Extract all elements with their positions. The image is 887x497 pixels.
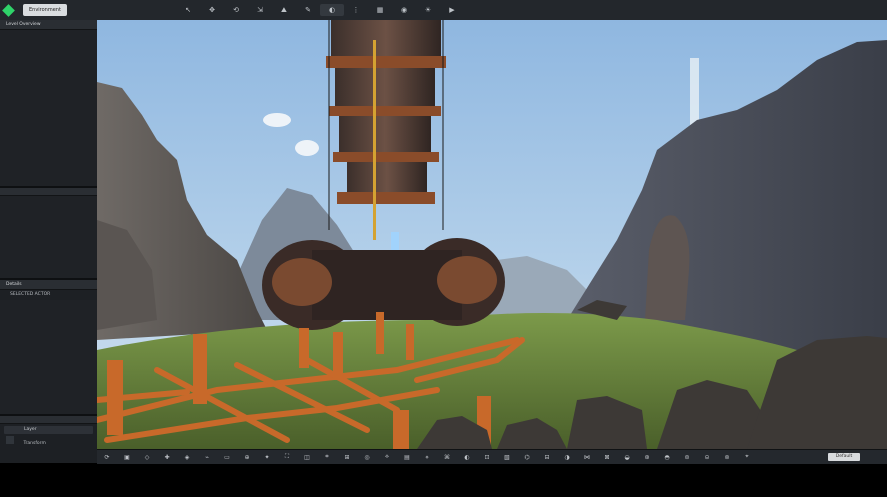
scene-render[interactable] <box>97 20 887 449</box>
bottom-tool-icon[interactable]: ▭ <box>217 454 237 461</box>
app-logo-icon[interactable] <box>2 3 15 17</box>
bottom-tool-icon[interactable]: ▧ <box>497 454 517 461</box>
layer-field[interactable]: Layer <box>4 426 93 434</box>
transform-toggle-icon[interactable] <box>6 436 14 444</box>
bottom-tool-icon[interactable]: ⌁ <box>197 454 217 461</box>
bottom-tool-icon[interactable]: ⊚ <box>717 454 737 461</box>
panel-title-details: Details <box>0 280 97 290</box>
overview-panel-body[interactable] <box>0 30 97 186</box>
camera-tool-icon[interactable]: ◉ <box>392 4 416 16</box>
bottom-tool-icon[interactable]: ⟳ <box>97 454 117 461</box>
bottom-tool-icon[interactable]: ⟡ <box>377 453 397 461</box>
scale-tool-icon[interactable]: ⇲ <box>248 4 272 16</box>
bottom-tool-icon[interactable]: ◇ <box>137 454 157 461</box>
panel-title-overview: Level Overview <box>0 20 97 30</box>
move-tool-icon[interactable]: ✥ <box>200 4 224 16</box>
bottom-tool-icon[interactable]: ◈ <box>177 454 197 461</box>
cloud <box>295 140 319 156</box>
scene-viewport[interactable] <box>97 20 887 449</box>
bottom-tool-icon[interactable]: ◑ <box>557 454 577 461</box>
bottom-tool-icon[interactable]: ⌘ <box>437 454 457 461</box>
details-selected-actor[interactable]: SELECTED ACTOR <box>0 290 97 300</box>
bottom-tool-icon[interactable]: ⛶ <box>277 453 297 461</box>
bottom-tool-icon[interactable]: ✚ <box>157 454 177 461</box>
bottom-tool-icon[interactable]: ▣ <box>117 454 137 461</box>
bottom-tool-icon[interactable]: ⋈ <box>577 454 597 461</box>
panel-collapse-bar[interactable] <box>0 188 97 196</box>
bottom-tool-icon[interactable]: ⊟ <box>537 454 557 461</box>
grid-tool-icon[interactable]: ▦ <box>368 4 392 16</box>
bottom-tool-icon[interactable]: ⌬ <box>517 454 537 461</box>
bottom-tool-icon[interactable]: ◓ <box>657 454 677 461</box>
bottom-tool-icon[interactable]: ✦ <box>257 454 277 461</box>
left-sidebar: Level Overview Details SELECTED ACTOR La… <box>0 20 98 463</box>
select-tool-icon[interactable]: ↖ <box>176 4 200 16</box>
bottom-tool-icon[interactable]: ◒ <box>617 454 637 461</box>
bottom-tool-icon[interactable]: ⊡ <box>477 454 497 461</box>
paint-tool-icon[interactable]: ✎ <box>296 4 320 16</box>
bottom-tool-icon[interactable]: ◫ <box>297 454 317 461</box>
bottom-tool-icon[interactable]: ⌗ <box>317 453 337 461</box>
light-tool-icon[interactable]: ☀ <box>416 4 440 16</box>
transform-label: Transform <box>23 441 46 446</box>
bottom-tool-icon[interactable]: ⊜ <box>677 454 697 461</box>
snap-tool-icon[interactable]: ⋮ <box>344 4 368 16</box>
bottom-tool-icon[interactable]: ⊕ <box>237 454 257 461</box>
bottom-tool-icon[interactable]: ▤ <box>397 454 417 461</box>
bottom-tool-icon[interactable]: ⌖ <box>737 453 757 461</box>
bottom-tool-icon[interactable]: ⊛ <box>637 454 657 461</box>
cloud <box>263 113 291 127</box>
view-mode-field[interactable]: Default <box>828 453 860 461</box>
bottom-tool-icon[interactable]: ◐ <box>457 454 477 461</box>
bottom-tool-icon[interactable]: ⊝ <box>697 454 717 461</box>
terrain-tool-icon[interactable]: ⛰ <box>272 4 296 16</box>
tab-environment[interactable]: Environment <box>23 4 67 16</box>
main-toolbar: Environment ↖ ✥ ⟲ ⇲ ⛰ ✎ ◐ ⋮ ▦ ◉ ☀ ▶ <box>0 0 887 21</box>
bottom-tool-icon[interactable]: ⊞ <box>337 454 357 461</box>
details-panel-body[interactable] <box>0 300 97 414</box>
viewport-bottom-toolbar: ⟳ ▣ ◇ ✚ ◈ ⌁ ▭ ⊕ ✦ ⛶ ◫ ⌗ ⊞ ◎ ⟡ ▤ ⋄ ⌘ ◐ ⊡ ▧ ⌬ ⊟ ◑ ⋈ ⊠ ◒ ⊛ ◓ ⊜ ⊝ ⊚ ⌖ Defaul… <box>97 449 887 464</box>
rotate-tool-icon[interactable]: ⟲ <box>224 4 248 16</box>
bottom-tool-icon[interactable]: ⋄ <box>417 454 437 461</box>
panel-collapse-bar[interactable] <box>0 416 97 424</box>
waterfall <box>690 58 699 128</box>
transform-row[interactable]: Transform <box>0 436 97 448</box>
editor-window: Environment ↖ ✥ ⟲ ⇲ ⛰ ✎ ◐ ⋮ ▦ ◉ ☀ ▶ Level Overview … <box>0 0 887 464</box>
material-tool-icon[interactable]: ◐ <box>320 4 344 16</box>
bottom-tool-icon[interactable]: ◎ <box>357 454 377 461</box>
outliner-panel-body[interactable] <box>0 196 97 278</box>
play-tool-icon[interactable]: ▶ <box>440 4 464 16</box>
bottom-icon-group: ⟳ ▣ ◇ ✚ ◈ ⌁ ▭ ⊕ ✦ ⛶ ◫ ⌗ ⊞ ◎ ⟡ ▤ ⋄ ⌘ ◐ ⊡ ▧ ⌬ ⊟ ◑ ⋈ ⊠ ◒ ⊛ ◓ ⊜ ⊝ ⊚ ⌖ <box>97 453 757 461</box>
tool-icon-group: ↖ ✥ ⟲ ⇲ ⛰ ✎ ◐ ⋮ ▦ ◉ ☀ ▶ <box>176 4 464 16</box>
bottom-tool-icon[interactable]: ⊠ <box>597 454 617 461</box>
